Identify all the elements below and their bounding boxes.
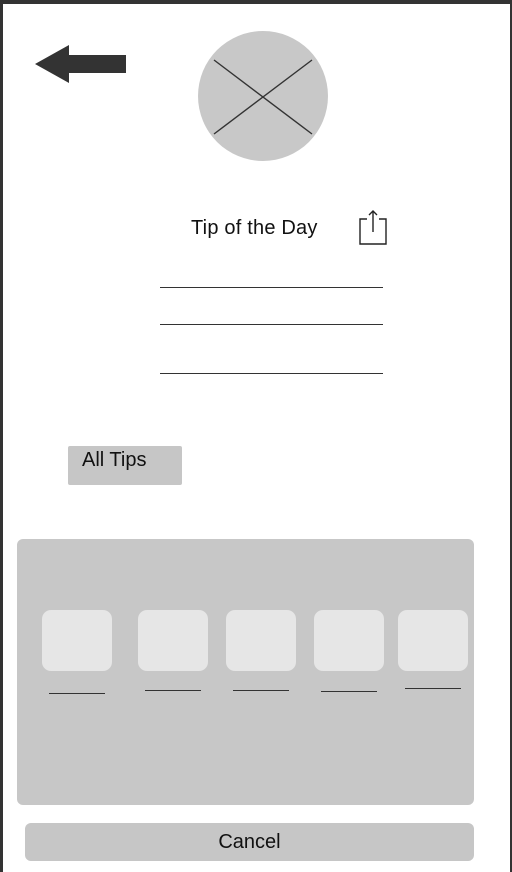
share-app-icon[interactable] — [398, 610, 468, 671]
tip-text-line — [160, 373, 383, 374]
share-app-label-line — [233, 690, 289, 691]
all-tips-button[interactable]: All Tips — [68, 446, 182, 485]
image-placeholder-icon — [198, 31, 328, 161]
cancel-button[interactable]: Cancel — [25, 823, 474, 861]
share-app-icon[interactable] — [138, 610, 208, 671]
tip-title: Tip of the Day — [191, 217, 318, 239]
share-app-icon[interactable] — [314, 610, 384, 671]
share-sheet — [17, 539, 474, 805]
share-app-label-line — [49, 693, 105, 694]
share-icon — [359, 210, 387, 245]
arrow-left-icon — [35, 45, 126, 83]
share-app-label-line — [145, 690, 201, 691]
tip-of-the-day-screen: Tip of the Day All Tips Cancel — [0, 0, 512, 872]
share-app-label-line — [405, 688, 461, 689]
share-app-icon[interactable] — [42, 610, 112, 671]
tip-text-line — [160, 324, 383, 325]
share-app-icon[interactable] — [226, 610, 296, 671]
tip-text-line — [160, 287, 383, 288]
share-button[interactable] — [357, 208, 389, 246]
share-app-label-line — [321, 691, 377, 692]
back-button[interactable] — [35, 42, 133, 86]
